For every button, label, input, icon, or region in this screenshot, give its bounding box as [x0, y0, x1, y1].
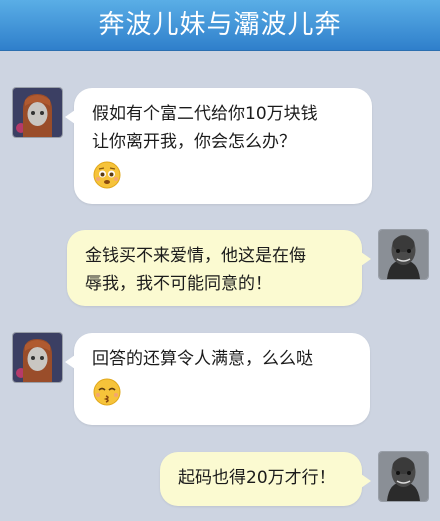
worried-face-emoji: [93, 161, 121, 189]
message-text: 假如有个富二代给你10万块钱: [92, 104, 318, 124]
message-text: 金钱买不来爱情，他这是在侮: [85, 246, 306, 266]
message-bubble-2[interactable]: 金钱买不来爱情，他这是在侮 辱我，我不可能同意的！: [67, 230, 371, 306]
female-avatar[interactable]: [13, 88, 62, 137]
message-text: 让你离开我，你会怎么办？: [92, 132, 296, 152]
message-bubble-1[interactable]: 假如有个富二代给你10万块钱 让你离开我，你会怎么办？: [65, 88, 372, 204]
chat-title: 奔波儿妹与灞波儿奔: [98, 10, 342, 40]
kissing-face-emoji: [93, 378, 121, 406]
male-avatar[interactable]: [379, 452, 428, 501]
message-text: 回答的还算令人满意，么么哒: [92, 349, 313, 369]
female-avatar[interactable]: [13, 333, 62, 382]
message-bubble-4[interactable]: 起码也得20万才行！: [160, 452, 371, 506]
chat-title-bar: 奔波儿妹与灞波儿奔: [0, 0, 440, 51]
message-text: 起码也得20万才行！: [178, 468, 336, 488]
male-avatar[interactable]: [379, 230, 428, 279]
message-text: 辱我，我不可能同意的！: [85, 274, 272, 294]
message-bubble-3[interactable]: 回答的还算令人满意，么么哒: [65, 333, 370, 425]
